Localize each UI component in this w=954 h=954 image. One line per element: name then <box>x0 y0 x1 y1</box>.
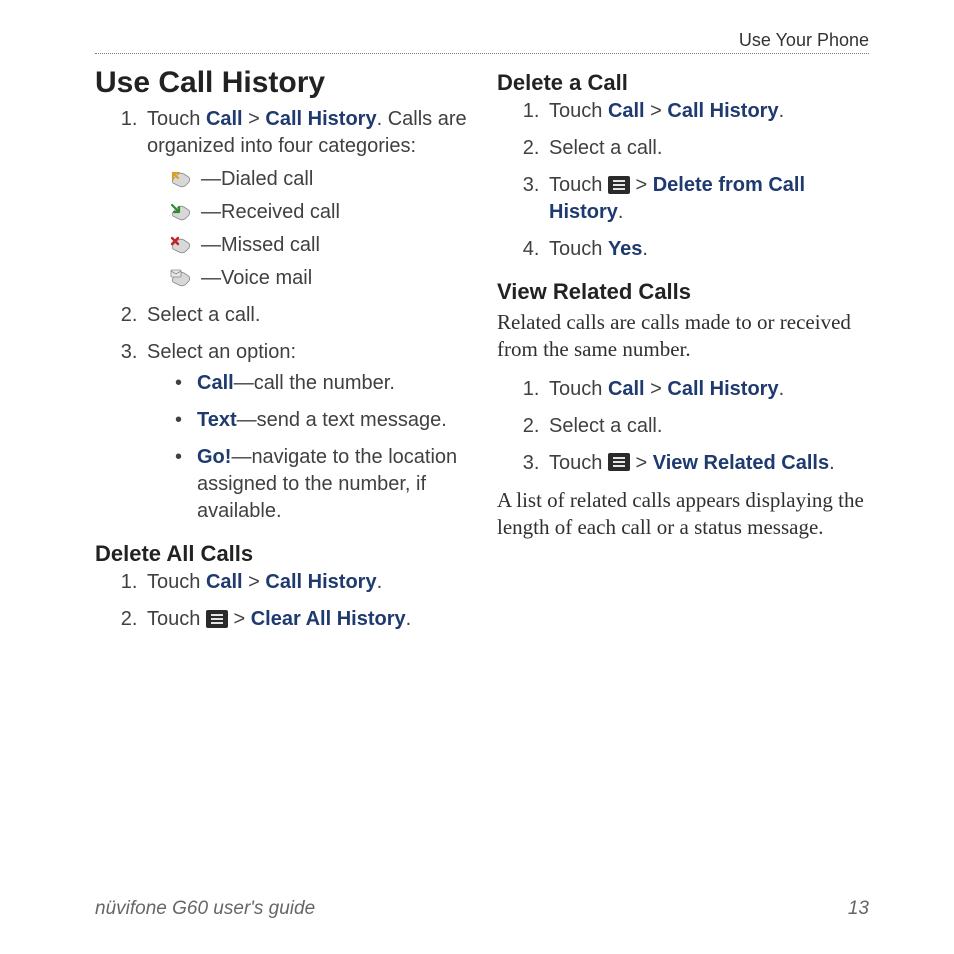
menu-icon <box>206 610 228 628</box>
keyword-yes: Yes <box>608 238 642 260</box>
list-item: Select an option: Call—call the number. … <box>143 339 467 525</box>
list-item: Call—call the number. <box>175 370 467 397</box>
footer-title: nüvifone G60 user's guide <box>95 898 315 920</box>
list-item: —Dialed call <box>169 166 467 193</box>
page-footer: nüvifone G60 user's guide 13 <box>95 898 869 920</box>
list-item: Select a call. <box>545 135 869 162</box>
list-item: Touch Call > Call History. <box>143 569 467 596</box>
list-item: —Received call <box>169 199 467 226</box>
right-column: Delete a Call Touch Call > Call History.… <box>497 66 869 643</box>
paragraph-related-outro: A list of related calls appears displayi… <box>497 487 869 542</box>
keyword-view-related-calls: View Related Calls <box>653 452 829 474</box>
list-item: Touch > View Related Calls. <box>545 450 869 477</box>
list-item: Select a call. <box>143 302 467 329</box>
list-item: Select a call. <box>545 413 869 440</box>
keyword-text-option: Text <box>197 409 237 431</box>
list-item: —Voice mail <box>169 265 467 292</box>
heading-use-call-history: Use Call History <box>95 66 467 100</box>
missed-call-icon <box>169 235 197 257</box>
list-item: Go!—navigate to the location assigned to… <box>175 444 467 525</box>
list-item: Touch Call > Call History. <box>545 376 869 403</box>
list-item: Touch > Delete from Call History. <box>545 172 869 226</box>
list-item: Text—send a text message. <box>175 407 467 434</box>
section-label: Use Your Phone <box>739 30 869 50</box>
menu-icon <box>608 453 630 471</box>
keyword-call: Call <box>206 108 243 130</box>
list-item: Touch Call > Call History. Calls are org… <box>143 106 467 292</box>
page-header: Use Your Phone <box>95 30 869 54</box>
list-item: Touch Call > Call History. <box>545 98 869 125</box>
list-item: —Missed call <box>169 232 467 259</box>
keyword-call-option: Call <box>197 372 234 394</box>
heading-delete-all-calls: Delete All Calls <box>95 541 467 567</box>
dialed-call-icon <box>169 169 197 191</box>
footer-page-number: 13 <box>848 898 869 920</box>
keyword-call-history: Call History <box>265 108 376 130</box>
keyword-clear-all-history: Clear All History <box>251 608 406 630</box>
voice-mail-icon <box>169 268 197 290</box>
received-call-icon <box>169 202 197 224</box>
heading-view-related-calls: View Related Calls <box>497 279 869 305</box>
heading-delete-a-call: Delete a Call <box>497 70 869 96</box>
list-item: Touch Yes. <box>545 236 869 263</box>
left-column: Use Call History Touch Call > Call Histo… <box>95 66 467 643</box>
keyword-go-option: Go! <box>197 446 231 468</box>
menu-icon <box>608 176 630 194</box>
list-item: Touch > Clear All History. <box>143 606 467 633</box>
paragraph-related-intro: Related calls are calls made to or recei… <box>497 309 869 364</box>
